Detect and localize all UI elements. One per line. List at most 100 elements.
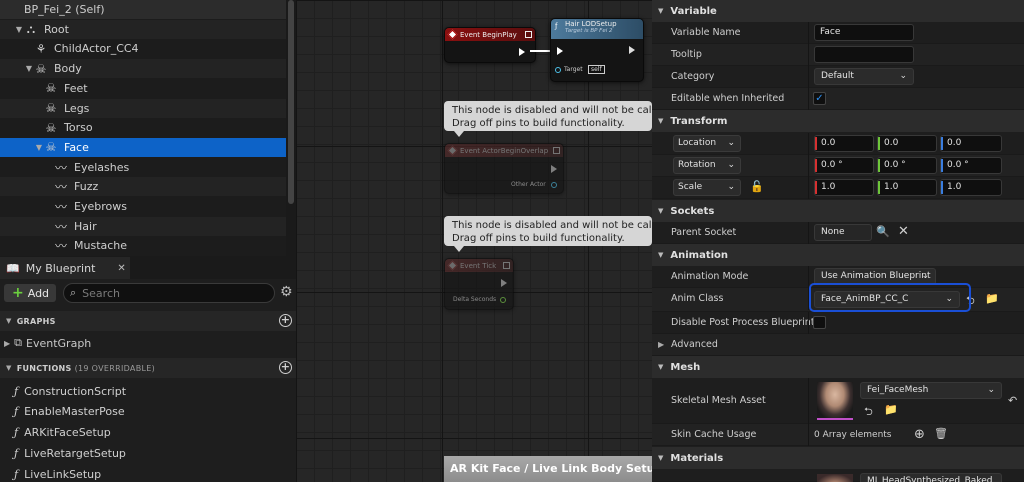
parent-socket-field[interactable]: None <box>814 224 872 241</box>
tooltip-field[interactable] <box>814 46 914 63</box>
column-splitter[interactable] <box>808 22 809 44</box>
delegate-pin-icon[interactable] <box>503 262 510 269</box>
component-item[interactable]: BP_Fei_2 (Self) <box>0 0 286 19</box>
functions-section-header[interactable]: ▼ FUNCTIONS (19 OVERRIDABLE) + <box>0 358 296 378</box>
event-graph-canvas[interactable]: Event BeginPlay ƒ Hair LODSetup Target i… <box>296 0 652 482</box>
use-selected-icon[interactable]: ⮌ <box>864 403 873 422</box>
gear-icon[interactable]: ⚙ <box>280 284 293 300</box>
column-splitter[interactable] <box>808 66 809 88</box>
delegate-pin-icon[interactable] <box>553 147 560 154</box>
location-mode-dropdown[interactable]: Location ⌄ <box>673 135 741 152</box>
add-element-icon[interactable]: ⊕ <box>914 427 925 442</box>
exec-out-pin[interactable] <box>501 279 507 287</box>
column-splitter[interactable] <box>808 378 809 424</box>
scale-x-field[interactable]: 1.0 <box>814 179 874 196</box>
components-scrollbar[interactable] <box>288 0 294 204</box>
component-item[interactable]: ▼ ☠ Face <box>0 137 286 157</box>
exec-out-pin[interactable] <box>551 165 557 173</box>
exec-in-pin[interactable] <box>557 47 563 55</box>
delegate-pin-icon[interactable] <box>525 31 532 38</box>
variable-category[interactable]: ▼ Variable <box>652 0 1024 22</box>
location-x-field[interactable]: 0.0 <box>814 135 874 152</box>
column-splitter[interactable] <box>808 155 809 177</box>
collapse-arrow-icon[interactable]: ▼ <box>14 25 24 34</box>
collapse-arrow-icon[interactable]: ▼ <box>24 64 34 73</box>
lock-icon[interactable]: 🔓 <box>750 180 764 193</box>
rotation-y-field[interactable]: 0.0 ° <box>877 157 937 174</box>
column-splitter[interactable] <box>808 424 809 446</box>
scale-mode-dropdown[interactable]: Scale ⌄ <box>673 179 741 196</box>
add-button[interactable]: + Add <box>4 284 56 302</box>
component-item[interactable]: ☠ Legs <box>0 98 286 118</box>
advanced-row[interactable]: ▶ Advanced <box>652 334 1024 356</box>
rotation-x-field[interactable]: 0.0 ° <box>814 157 874 174</box>
column-splitter[interactable] <box>808 222 809 244</box>
browse-asset-icon[interactable]: 📁 <box>884 403 898 416</box>
target-value[interactable]: self <box>588 65 605 74</box>
collapse-arrow-icon[interactable]: ▼ <box>34 143 44 152</box>
location-y-field[interactable]: 0.0 <box>877 135 937 152</box>
animation-category[interactable]: ▼ Animation <box>652 244 1024 266</box>
other-actor-pin[interactable] <box>551 182 557 188</box>
clear-icon[interactable]: ✕ <box>898 224 909 239</box>
component-item[interactable]: ☠ Feet <box>0 79 286 98</box>
delta-seconds-pin[interactable] <box>500 297 506 303</box>
rotation-z-field[interactable]: 0.0 ° <box>940 157 1002 174</box>
scale-y-field[interactable]: 1.0 <box>877 179 937 196</box>
comment-group-title[interactable]: AR Kit Face / Live Link Body Setup <box>444 456 652 482</box>
event-actor-begin-overlap-node[interactable]: Event ActorBeginOverlap Other Actor <box>444 143 564 194</box>
skeletal-mesh-thumbnail[interactable] <box>817 382 853 420</box>
column-splitter[interactable] <box>808 133 809 155</box>
column-splitter[interactable] <box>808 312 809 334</box>
close-icon[interactable]: ✕ <box>117 263 125 274</box>
function-item[interactable]: ƒ EnableMasterPose <box>0 402 296 422</box>
component-item[interactable]: ▼ ⛬ Root <box>0 19 286 39</box>
mesh-category[interactable]: ▼ Mesh <box>652 356 1024 378</box>
component-item[interactable]: ▼ ☠ Body <box>0 59 286 79</box>
component-item[interactable]: 〰 Eyebrows <box>0 197 286 216</box>
add-graph-icon[interactable]: + <box>279 314 292 327</box>
transform-category[interactable]: ▼ Transform <box>652 110 1024 132</box>
location-z-field[interactable]: 0.0 <box>940 135 1002 152</box>
add-function-icon[interactable]: + <box>279 361 292 374</box>
search-input[interactable]: ⌕ Search <box>63 283 275 303</box>
scale-z-field[interactable]: 1.0 <box>940 179 1002 196</box>
expand-arrow-icon[interactable]: ▶ <box>4 339 10 348</box>
hair-lod-setup-node[interactable]: ƒ Hair LODSetup Target is BP Fei 2 Targe… <box>550 18 644 82</box>
category-dropdown[interactable]: Default ⌄ <box>814 68 914 85</box>
column-splitter[interactable] <box>808 88 809 110</box>
disable-post-process-checkbox[interactable] <box>813 316 826 329</box>
variable-name-field[interactable]: Face <box>814 24 914 41</box>
reset-to-default-icon[interactable]: ↶ <box>1008 394 1017 407</box>
my-blueprint-tab[interactable]: 📖 My Blueprint ✕ <box>0 257 130 279</box>
rotation-mode-dropdown[interactable]: Rotation ⌄ <box>673 157 741 174</box>
material-dropdown[interactable]: MI_HeadSynthesized_Baked <box>860 473 1002 482</box>
target-pin[interactable] <box>555 67 561 73</box>
skeletal-mesh-dropdown[interactable]: Fei_FaceMesh ⌄ <box>860 382 1002 399</box>
trash-icon[interactable]: 🗑 <box>934 427 948 440</box>
sockets-category[interactable]: ▼ Sockets <box>652 200 1024 222</box>
browse-socket-icon[interactable]: 🔍 <box>876 225 890 238</box>
materials-category[interactable]: ▼ Materials <box>652 447 1024 469</box>
function-item[interactable]: ƒ LiveRetargetSetup <box>0 443 296 463</box>
event-beginplay-node[interactable]: Event BeginPlay <box>444 27 536 63</box>
component-item[interactable]: 〰 Hair <box>0 216 286 236</box>
event-graph-item[interactable]: ▶ ⧉ EventGraph <box>0 333 296 353</box>
browse-asset-icon[interactable]: 📁 <box>985 292 999 305</box>
component-item[interactable]: ☠ Torso <box>0 118 286 137</box>
component-item[interactable]: 〰 Mustache <box>0 236 286 255</box>
material-thumbnail[interactable] <box>817 474 853 482</box>
column-splitter[interactable] <box>808 44 809 66</box>
component-item[interactable]: 〰 Eyelashes <box>0 158 286 177</box>
event-tick-node[interactable]: Event Tick Delta Seconds <box>444 258 514 310</box>
graphs-section-header[interactable]: ▼ GRAPHS + <box>0 311 296 331</box>
component-item[interactable]: ⚘ ChildActor_CC4 <box>0 39 286 58</box>
component-item[interactable]: 〰 Fuzz <box>0 177 286 197</box>
function-item[interactable]: ƒ ConstructionScript <box>0 381 296 401</box>
function-item[interactable]: ƒ LiveLinkSetup <box>0 464 296 482</box>
exec-out-pin[interactable] <box>519 48 525 56</box>
column-splitter[interactable] <box>808 177 809 199</box>
function-item[interactable]: ƒ ARKitFaceSetup <box>0 423 296 443</box>
editable-inherited-checkbox[interactable]: ✓ <box>813 92 826 105</box>
expand-arrow-icon[interactable]: ▶ <box>658 334 664 356</box>
